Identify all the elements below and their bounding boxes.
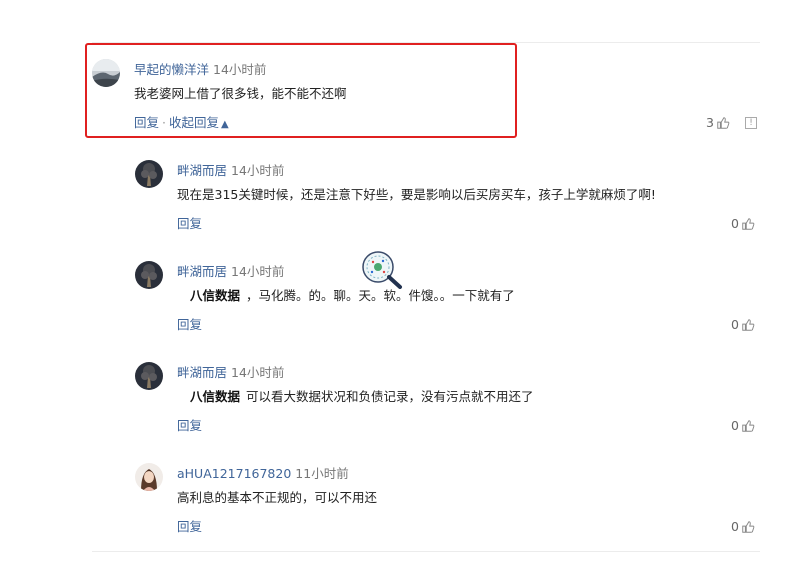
reply-link[interactable]: 回复	[177, 519, 202, 534]
comment-author[interactable]: 畔湖而居	[177, 365, 227, 380]
comment-author[interactable]: 早起的懒洋洋	[134, 62, 209, 77]
comment-author[interactable]: aHUA1217167820	[177, 466, 291, 481]
like-count: 0	[731, 216, 739, 231]
reply-link[interactable]: 回复	[177, 216, 202, 231]
like-button[interactable]: 0	[731, 519, 755, 535]
comment-text: 高利息的基本不正规的，可以不用还	[177, 490, 378, 505]
comment-author[interactable]: 畔湖而居	[177, 264, 227, 279]
comment-time: 14小时前	[231, 163, 285, 178]
bottom-divider	[92, 551, 760, 552]
avatar[interactable]	[135, 362, 163, 390]
chevron-up-icon: ▲	[221, 119, 229, 130]
thumbs-up-icon	[742, 319, 755, 331]
like-count: 0	[731, 418, 739, 433]
comment-text: 现在是315关键时候，还是注意下好些，要是影响以后买房买车，孩子上学就麻烦了啊!	[177, 187, 656, 202]
thumbs-up-icon	[742, 218, 755, 230]
comment-text-row: 八信数据 ，马化腾。的。聊。天。软。件馊。。一下就有了	[190, 287, 515, 305]
comment-time: 14小时前	[231, 264, 285, 279]
collapse-replies-label: 收起回复	[169, 115, 220, 130]
comment-text: 可以看大数据状况和负债记录，没有污点就不用还了	[246, 389, 534, 404]
comment-text: ，马化腾。的。聊。天。软。件馊。。一下就有了	[246, 288, 515, 303]
avatar[interactable]	[92, 59, 120, 87]
qr-magnifier-icon	[362, 251, 402, 289]
reply-link[interactable]: 回复	[134, 115, 159, 130]
thumbs-up-icon	[717, 117, 730, 129]
comment-text: 我老婆网上借了很多钱，能不能不还啊	[134, 86, 347, 101]
separator: ·	[162, 115, 166, 130]
comment-time: 11小时前	[295, 466, 349, 481]
reply-link[interactable]: 回复	[177, 317, 202, 332]
avatar[interactable]	[135, 261, 163, 289]
avatar[interactable]	[135, 160, 163, 188]
comment-time: 14小时前	[213, 62, 267, 77]
reply-link[interactable]: 回复	[177, 418, 202, 433]
like-count: 3	[706, 115, 714, 130]
avatar[interactable]	[135, 463, 163, 491]
like-button[interactable]: 3	[706, 115, 730, 131]
comment-author[interactable]: 畔湖而居	[177, 163, 227, 178]
brand-name: 八信数据	[190, 389, 241, 404]
brand-name: 八信数据	[190, 288, 241, 303]
thumbs-up-icon	[742, 420, 755, 432]
report-icon[interactable]: !	[745, 117, 757, 129]
like-count: 0	[731, 317, 739, 332]
like-button[interactable]: 0	[731, 216, 755, 232]
comment-text-row: 八信数据 可以看大数据状况和负债记录，没有污点就不用还了	[190, 388, 534, 406]
thumbs-up-icon	[742, 521, 755, 533]
like-count: 0	[731, 519, 739, 534]
like-button[interactable]: 0	[731, 317, 755, 333]
comment-time: 14小时前	[231, 365, 285, 380]
collapse-replies-link[interactable]: 收起回复 ▲	[169, 115, 229, 130]
like-button[interactable]: 0	[731, 418, 755, 434]
